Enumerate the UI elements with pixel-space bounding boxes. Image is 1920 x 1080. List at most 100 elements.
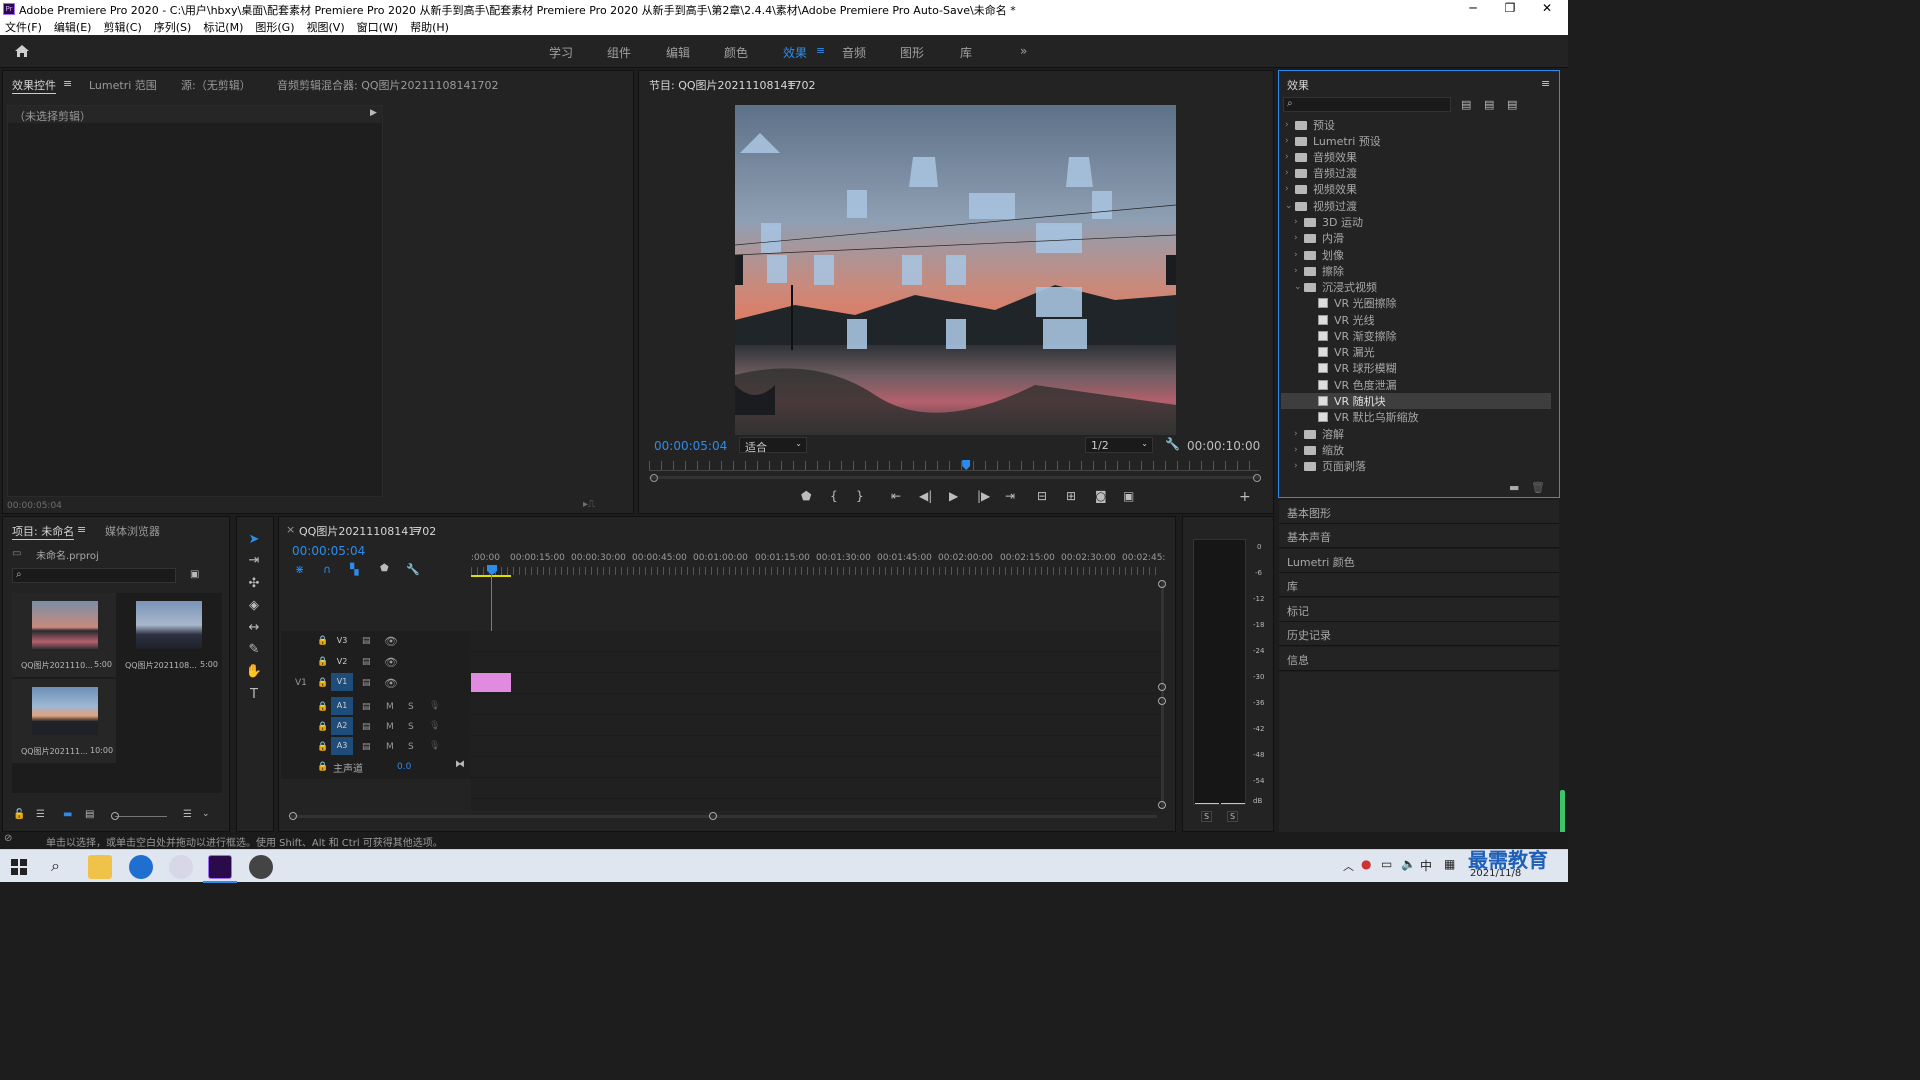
program-ruler[interactable] (649, 461, 1259, 471)
panel-info[interactable]: 信息 (1279, 647, 1559, 671)
tree-folder-immersive-video[interactable]: ⌄ 沉浸式视频 (1294, 279, 1377, 295)
type-tool-icon[interactable]: T (243, 687, 265, 707)
ripple-edit-tool-icon[interactable]: ✣ (243, 576, 265, 596)
v-scroll-handle[interactable] (1158, 580, 1166, 588)
panel-lumetri-color[interactable]: Lumetri 颜色 (1279, 549, 1559, 573)
menu-markers[interactable]: 标记(M) (203, 19, 243, 35)
plus-icon[interactable]: + (1239, 489, 1251, 505)
tree-folder-dissolve[interactable]: › 溶解 (1294, 426, 1344, 442)
ime-indicator[interactable]: 中 (1420, 857, 1432, 874)
workspace-color[interactable]: 颜色 (724, 44, 748, 61)
tree-folder-video-effects[interactable]: › 视频效果 (1285, 181, 1357, 197)
panel-history[interactable]: 历史记录 (1279, 622, 1559, 646)
menu-graphics[interactable]: 图形(G) (255, 19, 294, 35)
list-item[interactable]: QQ图片202111... 10:00 (12, 679, 116, 763)
track-select-tool-icon[interactable]: ⇥ (243, 553, 265, 573)
extract-icon[interactable]: ⊞ (1066, 489, 1076, 503)
pen-tool-icon[interactable]: ✎ (243, 642, 265, 662)
find-icon[interactable]: ▣ (190, 569, 199, 580)
add-marker-icon[interactable]: ⬟ (380, 563, 389, 574)
tree-effect-vr-spherical-blur[interactable]: VR 球形模糊 (1318, 360, 1397, 376)
lock-icon[interactable]: 🔒 (317, 742, 328, 752)
v-scroll-handle[interactable] (1158, 801, 1166, 809)
tree-effect-vr-light-leaks[interactable]: VR 漏光 (1318, 344, 1375, 360)
panel-essential-sound[interactable]: 基本声音 (1279, 524, 1559, 548)
mute-button[interactable]: M (386, 702, 394, 712)
eye-icon[interactable]: 👁 (384, 635, 398, 648)
app-icon[interactable] (169, 855, 193, 879)
tab-lumetri-scopes[interactable]: Lumetri 范围 (89, 77, 157, 93)
wrench-icon[interactable]: 🔧 (1165, 437, 1180, 451)
tray-chevron-icon[interactable]: ︿ (1343, 858, 1354, 874)
close-sequence-icon[interactable]: × (286, 523, 295, 536)
tab-audio-clip-mixer[interactable]: 音频剪辑混合器: QQ图片20211108141702 (277, 77, 499, 93)
scroll-handle-right[interactable] (1253, 474, 1261, 482)
tab-source[interactable]: 源:（无剪辑） (181, 77, 251, 93)
workspace-graphics[interactable]: 图形 (900, 44, 924, 61)
eye-icon[interactable]: 👁 (384, 656, 398, 669)
workspace-editing[interactable]: 编辑 (666, 44, 690, 61)
tree-effect-vr-gradient-wipe[interactable]: VR 渐变擦除 (1318, 328, 1397, 344)
lock-icon[interactable]: 🔒 (317, 657, 328, 667)
timeline-h-scrollbar[interactable] (291, 815, 1157, 818)
file-explorer-icon[interactable] (88, 855, 112, 879)
solo-button[interactable]: S (408, 702, 414, 712)
tree-folder-iris[interactable]: › 划像 (1294, 247, 1344, 263)
panel-libraries[interactable]: 库 (1279, 573, 1559, 597)
go-to-in-icon[interactable]: ⇤ (891, 489, 901, 503)
hand-tool-icon[interactable]: ✋ (243, 664, 265, 684)
program-timecode[interactable]: 00:00:05:04 (654, 439, 727, 453)
chevron-down-icon[interactable]: ⌄ (202, 809, 210, 819)
track-label-a3[interactable]: A3 (331, 737, 353, 755)
tree-folder-presets[interactable]: › 预设 (1285, 117, 1335, 133)
menu-help[interactable]: 帮助(H) (410, 19, 449, 35)
tree-folder-audio-transitions[interactable]: › 音频过渡 (1285, 165, 1357, 181)
master-volume[interactable]: 0.0 (397, 762, 411, 772)
program-menu-icon[interactable]: ≡ (787, 77, 796, 90)
tree-effect-vr-light-rays[interactable]: VR 光线 (1318, 312, 1375, 328)
fit-dropdown[interactable]: 适合 ⌄ (739, 437, 807, 454)
menu-view[interactable]: 视图(V) (307, 19, 345, 35)
mic-icon[interactable]: 🎙 (429, 701, 440, 711)
tray-app-icon[interactable]: ● (1361, 857, 1371, 871)
accelerated-effects-icon[interactable]: ▤ (1461, 98, 1471, 111)
tab-project[interactable]: 项目: 未命名 (12, 523, 75, 540)
home-icon[interactable] (14, 44, 30, 58)
tree-folder-page-peel[interactable]: › 页面剥落 (1294, 458, 1366, 474)
tab-menu-icon[interactable]: ≡ (63, 77, 72, 90)
step-back-icon[interactable]: ◀| (919, 489, 932, 503)
windows-start-icon[interactable] (11, 859, 27, 875)
tree-folder-3d-motion[interactable]: › 3D 运动 (1294, 214, 1363, 230)
add-marker-icon[interactable]: ⬟ (801, 489, 811, 503)
lock-icon[interactable]: 🔓 (13, 809, 25, 820)
nest-icon[interactable]: ⋇ (295, 563, 304, 576)
workspace-overflow-icon[interactable]: » (1020, 44, 1027, 58)
solo-button[interactable]: S (408, 742, 414, 752)
track-label-v1[interactable]: V1 (331, 673, 353, 691)
snap-icon[interactable]: ∩ (323, 563, 331, 576)
lock-icon[interactable]: 🔒 (317, 702, 328, 712)
solo-button[interactable]: S (408, 722, 414, 732)
panel-markers[interactable]: 标记 (1279, 598, 1559, 622)
list-item[interactable]: QQ图片2021108... 5:00 (118, 593, 222, 677)
sync-lock-icon[interactable]: ▤ (362, 702, 371, 712)
panel-essential-graphics[interactable]: 基本图形 (1279, 500, 1559, 524)
source-patch-v1[interactable]: V1 (295, 678, 307, 688)
lock-icon[interactable]: 🔒 (317, 636, 328, 646)
tree-folder-lumetri-presets[interactable]: › Lumetri 预设 (1285, 133, 1381, 149)
minimize-button[interactable]: ─ (1458, 1, 1488, 15)
tree-effect-vr-chroma-leaks[interactable]: VR 色度泄漏 (1318, 377, 1397, 393)
menu-edit[interactable]: 编辑(E) (54, 19, 92, 35)
scroll-handle-right[interactable] (709, 812, 717, 820)
keyboard-icon[interactable]: ▦ (1444, 857, 1455, 871)
tree-folder-video-transitions[interactable]: ⌄ 视频过渡 (1285, 198, 1357, 214)
search-icon[interactable]: ⌕ (51, 856, 60, 876)
tree-effect-vr-iris-wipe[interactable]: VR 光圈擦除 (1318, 295, 1397, 311)
zoom-slider[interactable] (115, 816, 167, 817)
premiere-taskbar-icon[interactable] (208, 855, 232, 879)
edge-icon[interactable] (129, 855, 153, 879)
scroll-handle-left[interactable] (289, 812, 297, 820)
track-label-v3[interactable]: V3 (331, 632, 353, 650)
eye-icon[interactable]: 👁 (384, 677, 398, 690)
workspace-libraries[interactable]: 库 (960, 44, 972, 61)
